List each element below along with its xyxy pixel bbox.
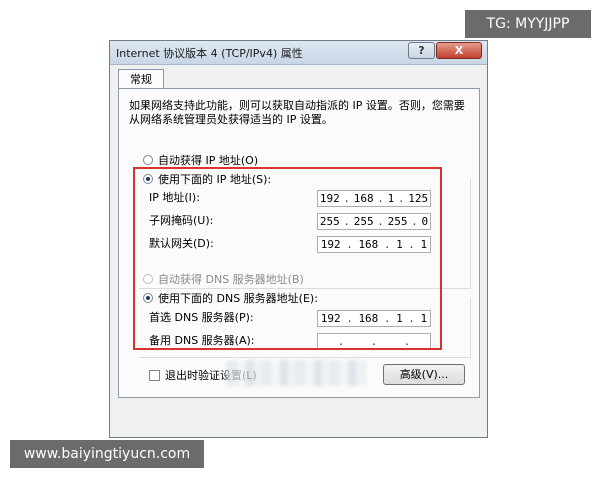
auto-ip-label: 自动获得 IP 地址(O) — [158, 153, 259, 167]
tab-general[interactable]: 常规 — [118, 69, 164, 89]
watermark-top-right: TG: MYYJJPP — [465, 10, 591, 38]
auto-ip-radio[interactable] — [143, 154, 153, 165]
title-bar[interactable]: Internet 协议版本 4 (TCP/IPv4) 属性 ? X — [110, 41, 487, 65]
auto-ip-option[interactable]: 自动获得 IP 地址(O) — [143, 152, 258, 167]
window-title: Internet 协议版本 4 (TCP/IPv4) 属性 — [116, 47, 303, 60]
highlight-frame — [133, 167, 442, 350]
blurred-buttons-area — [226, 360, 366, 386]
help-button[interactable]: ? — [408, 42, 435, 59]
close-button[interactable]: X — [436, 42, 482, 59]
watermark-bottom-left: www.baiyingtiyucn.com — [10, 440, 204, 468]
description-text: 如果网络支持此功能，则可以获取自动指派的 IP 设置。否则，您需要从网络系统管理… — [129, 99, 465, 126]
validate-on-exit-checkbox[interactable] — [149, 369, 160, 381]
advanced-button[interactable]: 高级(V)... — [383, 364, 465, 385]
tab-strip: 常规 — [118, 69, 479, 89]
